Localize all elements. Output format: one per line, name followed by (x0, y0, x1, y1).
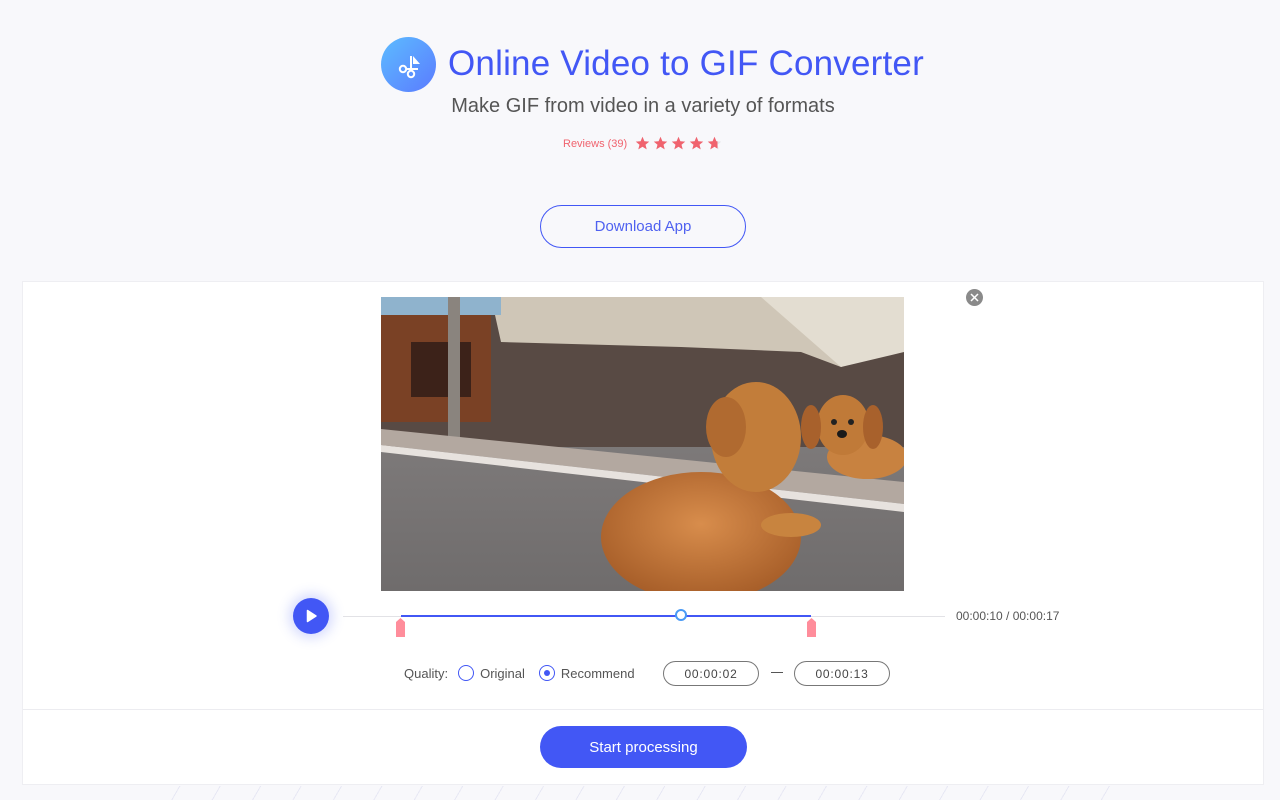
reviews[interactable]: Reviews (39) (563, 136, 722, 151)
star-icon (671, 136, 686, 151)
editor-card: 00:00:10 / 00:00:17 Quality: Original Re… (22, 281, 1264, 785)
card-divider (23, 709, 1263, 710)
background-decoration (140, 786, 1140, 800)
scissors-cut-icon (398, 55, 420, 78)
quality-option-label: Recommend (560, 665, 635, 681)
close-button[interactable] (966, 289, 983, 306)
page-title: Online Video to GIF Converter (448, 44, 924, 83)
trim-start-handle[interactable] (396, 618, 405, 637)
radio-recommend[interactable] (538, 665, 555, 681)
radio-original[interactable] (458, 665, 475, 681)
star-icon (653, 136, 668, 151)
timeline-selected-range (401, 615, 811, 617)
video-preview[interactable] (381, 297, 904, 591)
close-icon (970, 293, 979, 302)
range-separator (771, 672, 783, 673)
quality-option-label: Original (480, 665, 525, 681)
download-app-button[interactable]: Download App (540, 205, 746, 248)
play-button[interactable] (293, 598, 329, 634)
page-header: Online Video to GIF Converter Make GIF f… (0, 0, 1280, 280)
trim-end-input[interactable] (794, 661, 890, 686)
quality-selector: Quality: Original Recommend (404, 665, 635, 681)
time-readout: 00:00:10 / 00:00:17 (956, 609, 1060, 623)
quality-option-original[interactable]: Original (458, 665, 525, 681)
trim-start-input[interactable] (663, 661, 759, 686)
play-icon (306, 609, 317, 623)
video-frame (381, 297, 904, 591)
trim-end-handle[interactable] (807, 618, 816, 637)
timeline-playhead[interactable] (675, 609, 687, 621)
radio-selected-dot (543, 670, 550, 676)
quality-label: Quality: (404, 665, 449, 681)
page-subtitle: Make GIF from video in a variety of form… (451, 95, 835, 117)
start-processing-button[interactable]: Start processing (540, 726, 747, 768)
rating-stars (635, 136, 722, 151)
reviews-link[interactable]: Reviews (39) (563, 138, 627, 150)
quality-option-recommend[interactable]: Recommend (538, 665, 635, 681)
star-icon (635, 136, 650, 151)
app-logo (381, 37, 436, 92)
star-icon (689, 136, 704, 151)
star-icon (707, 136, 722, 151)
